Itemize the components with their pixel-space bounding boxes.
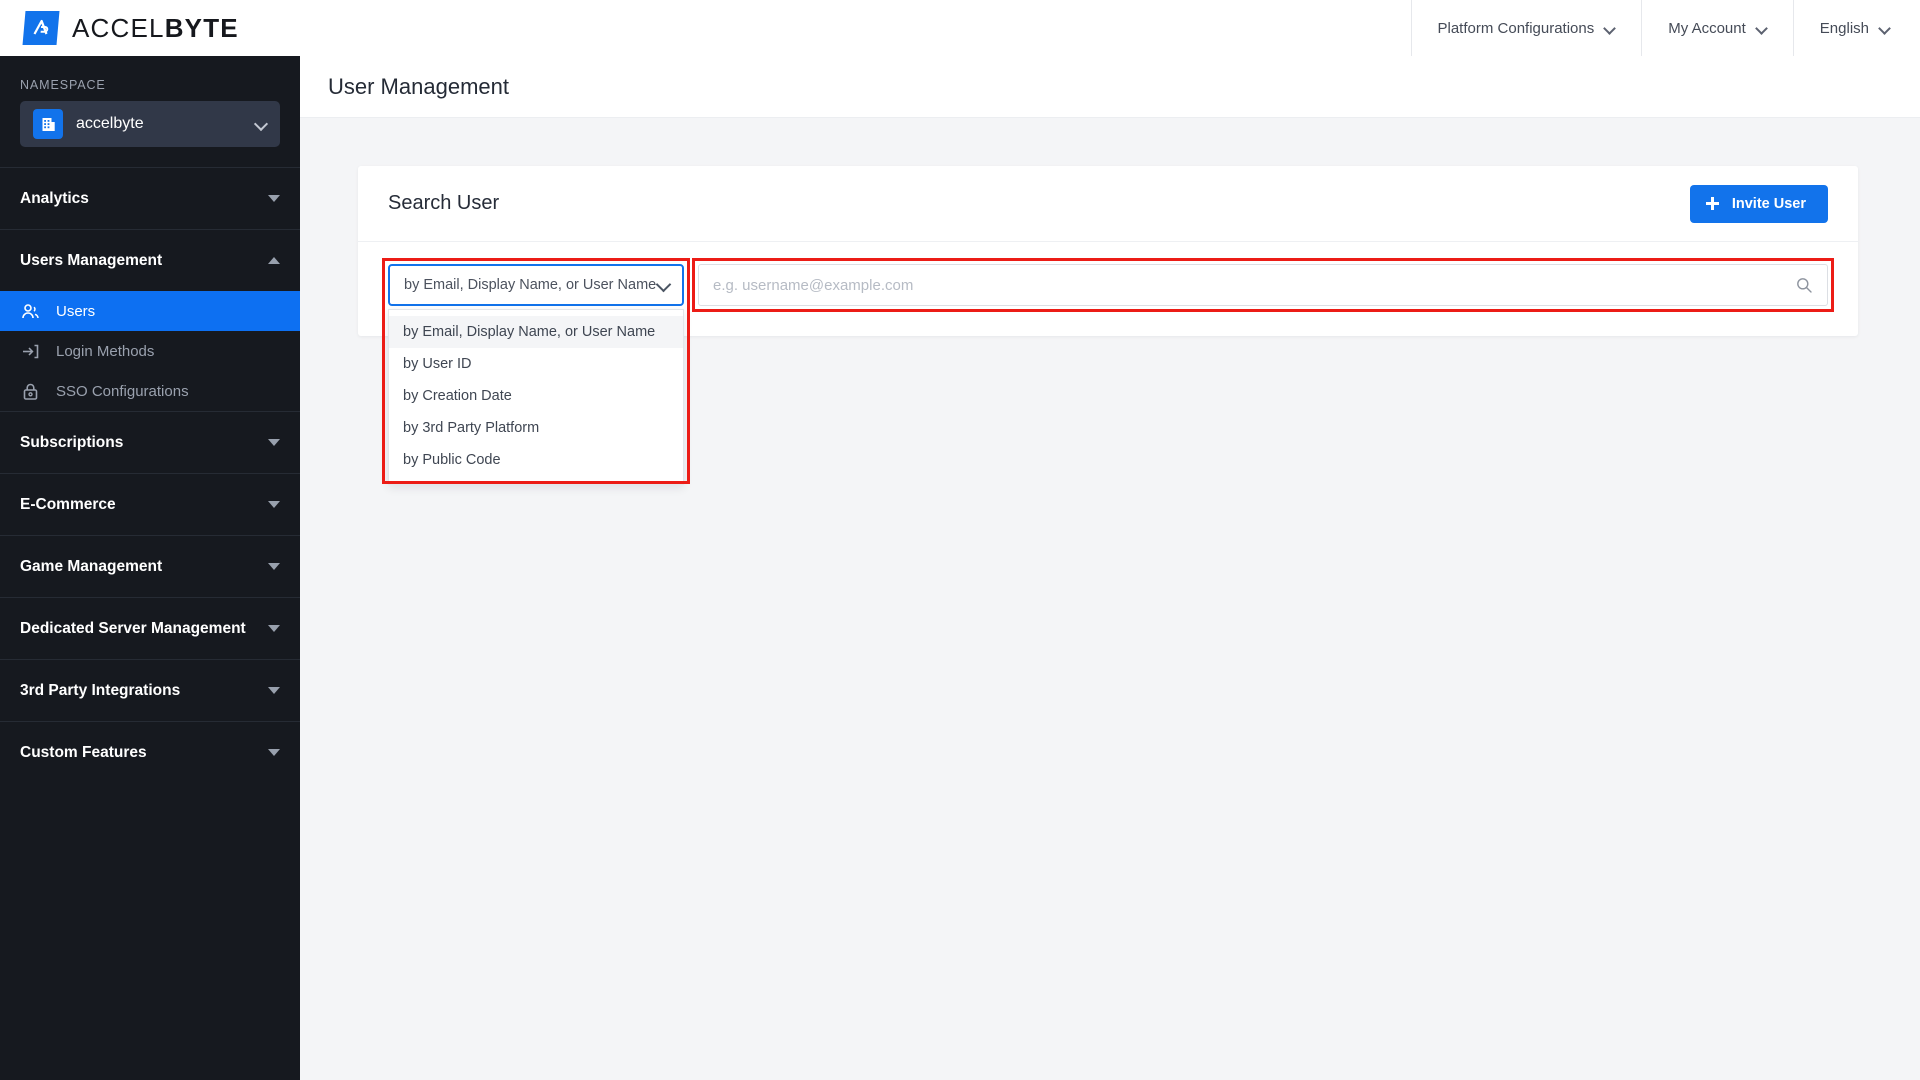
sidebar-section-header-custom-features[interactable]: Custom Features — [0, 722, 300, 783]
brand-logo[interactable]: ACCELBYTE — [0, 0, 239, 56]
caret-down-icon — [268, 687, 280, 694]
sidebar-section-header-users-management[interactable]: Users Management — [0, 230, 300, 291]
sidebar-section-e-commerce: E-Commerce — [0, 473, 300, 535]
search-input-wrapper — [692, 258, 1834, 312]
namespace-value: accelbyte — [76, 115, 144, 132]
topnav-my-account[interactable]: My Account — [1641, 0, 1793, 56]
caret-up-icon — [268, 257, 280, 264]
dropdown-option-3rd-party-platform[interactable]: by 3rd Party Platform — [389, 412, 683, 444]
sidebar-section-header-dedicated-server-management[interactable]: Dedicated Server Management — [0, 598, 300, 659]
sidebar-section-label: Dedicated Server Management — [20, 619, 246, 637]
invite-user-label: Invite User — [1731, 195, 1806, 212]
page-title: User Management — [328, 73, 509, 99]
topnav-label: Platform Configurations — [1437, 19, 1595, 37]
sidebar-item-label: Users — [56, 302, 96, 320]
invite-user-button[interactable]: Invite User — [1689, 184, 1828, 223]
search-type-select-wrapper: by Email, Display Name, or User Name by … — [382, 258, 690, 485]
caret-down-icon — [268, 749, 280, 756]
brand-name-light: ACCEL — [72, 12, 165, 43]
sidebar-section-label: Game Management — [20, 557, 163, 575]
chevron-down-icon — [1757, 23, 1767, 33]
sidebar-item-users[interactable]: Users — [0, 291, 300, 331]
caret-down-icon — [268, 625, 280, 632]
sidebar-section-analytics: Analytics — [0, 167, 300, 229]
caret-down-icon — [268, 563, 280, 570]
dropdown-option-label: by Email, Display Name, or User Name — [403, 324, 656, 340]
brand-name: ACCELBYTE — [72, 13, 239, 44]
caret-down-icon — [268, 501, 280, 508]
topnav-label: My Account — [1668, 19, 1746, 37]
card-header: Search User Invite User — [358, 166, 1858, 242]
page-header: User Management — [300, 56, 1920, 118]
topnav-label: English — [1819, 19, 1869, 37]
sidebar-section-label: Analytics — [20, 189, 89, 207]
sidebar-section-subscriptions: Subscriptions — [0, 411, 300, 473]
sidebar-section-header-e-commerce[interactable]: E-Commerce — [0, 474, 300, 535]
sidebar-item-login-methods[interactable]: Login Methods — [0, 331, 300, 371]
chevron-down-icon — [1880, 23, 1890, 33]
sidebar-section-users-management: Users Management Users Login Methods SSO… — [0, 229, 300, 411]
dropdown-option-label: by User ID — [403, 356, 472, 372]
search-type-value: by Email, Display Name, or User Name — [404, 277, 657, 293]
lock-icon — [20, 381, 40, 401]
search-user-card: Search User Invite User by Email, Displa… — [358, 166, 1858, 485]
search-icon[interactable] — [1795, 276, 1813, 294]
accelbyte-logo-icon — [22, 11, 60, 45]
sidebar-section-label: 3rd Party Integrations — [20, 681, 181, 699]
top-bar: ACCELBYTE Platform Configurations My Acc… — [0, 0, 1920, 56]
namespace-label: NAMESPACE — [20, 78, 106, 92]
sidebar-section-3rd-party-integrations: 3rd Party Integrations — [0, 659, 300, 721]
topnav-language[interactable]: English — [1792, 0, 1920, 56]
sidebar-section-label: Custom Features — [20, 743, 147, 761]
caret-down-icon — [268, 195, 280, 202]
sidebar-section-header-subscriptions[interactable]: Subscriptions — [0, 412, 300, 473]
dropdown-option-label: by 3rd Party Platform — [403, 420, 540, 436]
card-body: by Email, Display Name, or User Name by … — [358, 242, 1858, 485]
chevron-down-icon — [658, 279, 670, 291]
dropdown-option-public-code[interactable]: by Public Code — [389, 444, 683, 476]
dropdown-option-user-id[interactable]: by User ID — [389, 348, 683, 380]
card-title: Search User — [388, 192, 500, 214]
sidebar-section-game-management: Game Management — [0, 535, 300, 597]
namespace-selector[interactable]: accelbyte — [20, 101, 280, 147]
main-content: User Management Search User Invite User … — [300, 56, 1920, 1080]
chevron-down-icon — [1605, 23, 1615, 33]
dropdown-option-creation-date[interactable]: by Creation Date — [389, 380, 683, 412]
sidebar-item-label: Login Methods — [56, 342, 155, 360]
sidebar-section-header-game-management[interactable]: Game Management — [0, 536, 300, 597]
sidebar-item-label: SSO Configurations — [56, 382, 189, 400]
sidebar-section-custom-features: Custom Features — [0, 721, 300, 783]
topnav-platform-configurations[interactable]: Platform Configurations — [1410, 0, 1642, 56]
sidebar-section-header-analytics[interactable]: Analytics — [0, 168, 300, 229]
sidebar-section-label: E-Commerce — [20, 495, 116, 513]
sidebar-subitems-users-management: Users Login Methods SSO Configurations — [0, 291, 300, 411]
dropdown-option-email-display-name-user-name[interactable]: by Email, Display Name, or User Name — [389, 316, 683, 348]
brand-name-bold: BYTE — [164, 12, 239, 43]
sidebar: NAMESPACE accelbyte Analytics Users Mana… — [0, 56, 300, 1080]
building-icon — [33, 109, 63, 139]
sidebar-section-header-3rd-party-integrations[interactable]: 3rd Party Integrations — [0, 660, 300, 721]
sidebar-section-label: Subscriptions — [20, 433, 124, 451]
top-navigation: Platform Configurations My Account Engli… — [1410, 0, 1920, 56]
dropdown-option-label: by Creation Date — [403, 388, 512, 404]
plus-icon — [1705, 197, 1719, 210]
chevron-down-icon — [256, 119, 267, 130]
caret-down-icon — [268, 439, 280, 446]
search-type-select[interactable]: by Email, Display Name, or User Name — [388, 264, 684, 306]
sidebar-item-sso-configurations[interactable]: SSO Configurations — [0, 371, 300, 411]
sidebar-section-label: Users Management — [20, 251, 163, 269]
dropdown-option-label: by Public Code — [403, 452, 501, 468]
search-input-box[interactable] — [698, 264, 1828, 306]
sidebar-section-dedicated-server-management: Dedicated Server Management — [0, 597, 300, 659]
search-type-dropdown: by Email, Display Name, or User Name by … — [388, 309, 684, 485]
users-icon — [20, 301, 40, 321]
login-arrow-icon — [20, 341, 40, 361]
search-input[interactable] — [713, 276, 1795, 294]
